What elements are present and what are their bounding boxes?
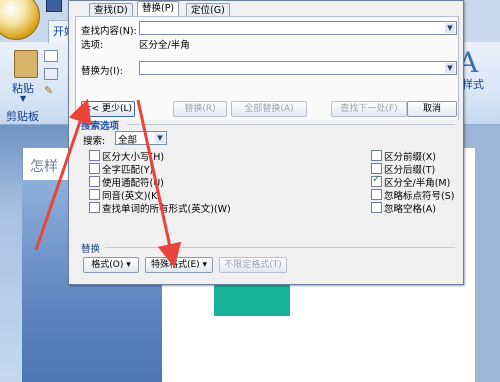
document-heading: 怎样 [30, 159, 58, 175]
ignore-punctuation-checkbox[interactable] [371, 189, 382, 200]
special-format-button[interactable]: 特殊格式(E) ▾ [145, 257, 213, 273]
replace-label: 替换为(I): [81, 66, 123, 77]
all-word-forms-checkbox[interactable] [89, 202, 100, 213]
find-input[interactable]: ▼ [139, 21, 457, 35]
find-dropdown-icon[interactable]: ▼ [445, 23, 455, 33]
replace-section-divider [105, 247, 455, 248]
cut-icon[interactable] [44, 50, 58, 62]
match-case-checkbox[interactable] [89, 150, 100, 161]
find-label: 查找内容(N): [81, 26, 137, 37]
match-prefix-checkbox[interactable] [371, 150, 382, 161]
search-direction-value: 全部 [118, 135, 138, 146]
ignore-punctuation-label: 忽略标点符号(S) [384, 191, 455, 202]
replace-input[interactable]: ▼ [139, 61, 457, 75]
replace-all-button[interactable]: 全部替换(A) [231, 101, 307, 117]
whole-word-checkbox[interactable] [89, 163, 100, 174]
match-width-checkbox[interactable] [371, 174, 382, 187]
clipboard-group-label: 剪贴板 [6, 110, 39, 123]
paste-icon[interactable] [14, 50, 38, 78]
options-value: 区分全/半角 [139, 40, 190, 51]
cancel-button[interactable]: 取消 [407, 101, 457, 117]
replace-button[interactable]: 替换(R) [173, 101, 227, 117]
options-label: 选项: [81, 40, 104, 51]
sounds-like-checkbox[interactable] [89, 189, 100, 200]
search-direction-dropdown-icon[interactable]: ▼ [155, 133, 165, 143]
match-suffix-checkbox[interactable] [371, 163, 382, 174]
format-painter-icon[interactable]: ✎ [44, 85, 56, 96]
tab-find[interactable]: 查找(D) [89, 3, 133, 17]
wildcards-checkbox[interactable] [89, 176, 100, 187]
tab-goto[interactable]: 定位(G) [186, 3, 230, 17]
less-button[interactable]: << 更少(L) [81, 101, 135, 117]
styles-label[interactable]: 样式 [462, 76, 484, 92]
whole-word-label: 全字匹配(Y) [102, 165, 154, 176]
search-label: 搜索: [83, 136, 106, 147]
ignore-space-label: 忽略空格(A) [384, 204, 436, 215]
ignore-space-checkbox[interactable] [371, 202, 382, 213]
save-icon[interactable] [46, 0, 62, 12]
no-formatting-button[interactable]: 不限定格式(T) [219, 257, 287, 273]
sounds-like-label: 同音(英文)(K) [102, 191, 162, 202]
search-options-title: 搜索选项 [81, 121, 120, 132]
match-prefix-label: 区分前缀(X) [384, 152, 436, 163]
replace-section-title: 替换 [81, 244, 101, 255]
format-button[interactable]: 格式(O) ▾ [83, 257, 139, 273]
match-width-label: 区分全/半角(M) [384, 178, 451, 189]
copy-icon[interactable] [44, 68, 58, 80]
tab-replace[interactable]: 替换(P) [137, 1, 180, 17]
match-suffix-label: 区分后缀(T) [384, 165, 436, 176]
find-replace-dialog: 查找(D) 替换(P) 定位(G) 查找内容(N): ▼ 选项: 区分全/半角 … [68, 0, 464, 285]
replace-dropdown-icon[interactable]: ▼ [445, 63, 455, 73]
search-direction-select[interactable]: 全部 ▼ [115, 131, 167, 146]
find-next-button[interactable]: 查找下一处(F) [331, 101, 407, 117]
search-options-divider [127, 124, 455, 125]
match-case-label: 区分大小写(H) [102, 152, 165, 163]
all-word-forms-label: 查找单词的所有形式(英文)(W) [102, 204, 231, 215]
paste-dropdown-icon[interactable]: ▼ [20, 94, 26, 103]
office-button-icon[interactable] [0, 0, 40, 40]
wildcards-label: 使用通配符(U) [102, 178, 164, 189]
